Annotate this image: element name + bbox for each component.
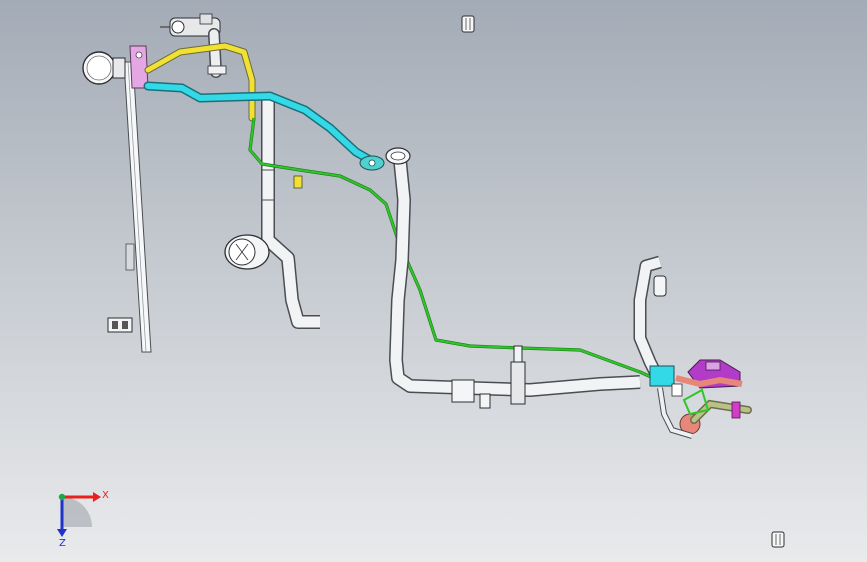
pink-bracket[interactable] [129, 45, 149, 89]
z-axis-label: Z [59, 538, 66, 549]
z-axis-arrow [57, 529, 67, 537]
fitting-top[interactable] [461, 15, 475, 33]
yellow-hose[interactable] [144, 42, 256, 122]
x-axis-label: X [102, 490, 109, 501]
wire-connector-yellow[interactable] [293, 175, 303, 189]
pump-canister[interactable] [224, 234, 270, 270]
fitting-bottom[interactable] [771, 531, 785, 548]
bracket-rail[interactable] [123, 61, 152, 353]
axis-triad: X Z [57, 490, 109, 549]
pump-pipe[interactable] [261, 100, 320, 329]
cyan-hose[interactable] [143, 81, 375, 165]
rail-clip[interactable] [107, 317, 133, 333]
right-curved-pipe[interactable] [633, 255, 667, 385]
x-axis-arrow [93, 492, 101, 502]
reservoir-cap[interactable] [82, 51, 126, 85]
top-valve-pipe[interactable] [207, 28, 227, 78]
cyan-hose-flange[interactable] [359, 155, 385, 171]
assembly-model[interactable]: X Z [0, 0, 867, 562]
cad-viewport[interactable]: X Z [0, 0, 867, 562]
manifold-green-loop[interactable] [682, 388, 710, 416]
manifold-cyan[interactable] [649, 365, 675, 387]
y-axis-dot [58, 493, 66, 501]
pipe-clamp[interactable] [510, 345, 526, 405]
green-wire[interactable] [248, 117, 663, 384]
main-pipe-inlet[interactable] [385, 147, 411, 165]
